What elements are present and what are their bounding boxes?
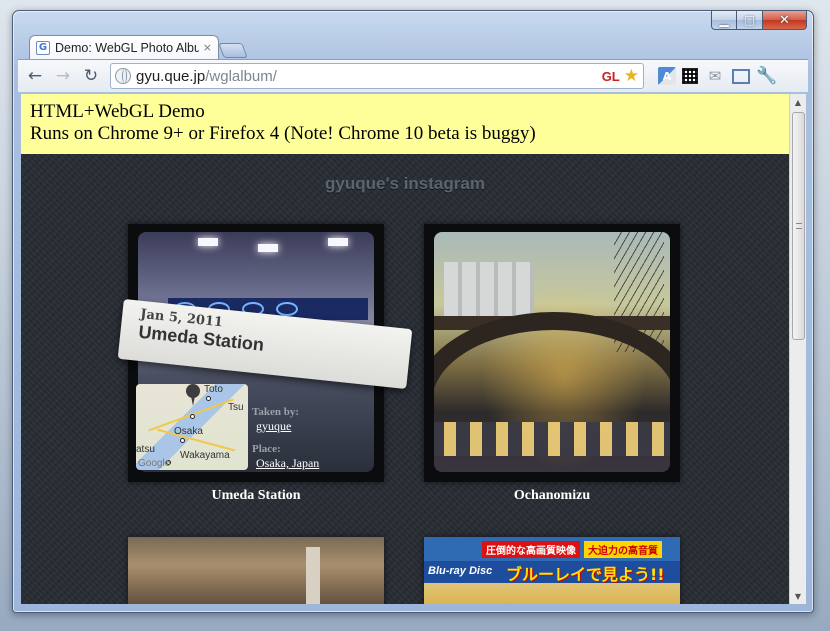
minimize-button[interactable]: ▁ xyxy=(711,10,737,30)
photo-caption-umeda: Umeda Station xyxy=(211,488,301,503)
url-path: /wglalbum/ xyxy=(205,67,277,85)
qr-code-extension-icon[interactable] xyxy=(682,68,698,84)
map-pin-icon xyxy=(186,384,200,406)
album-page: gyuque's instagram Jan 5, 2011 Umeda Sta… xyxy=(21,154,789,604)
tab-active[interactable]: G Demo: WebGL Photo Album × xyxy=(29,35,219,59)
browser-window: ▁ □ ✕ G Demo: WebGL Photo Album × ← → ↻ … xyxy=(12,10,814,613)
map-label: Wakayama xyxy=(180,450,230,461)
tab-title: Demo: WebGL Photo Album xyxy=(55,40,199,55)
photo-card-ochanomizu[interactable] xyxy=(424,224,680,482)
map-label: atsu xyxy=(136,444,155,455)
map-label: Osaka xyxy=(174,426,203,437)
photo-image[interactable]: 圧倒的な高画質映像 大迫力の高音質 Blu-ray Disc ブルーレイで見よう… xyxy=(424,537,680,604)
tab-strip: G Demo: WebGL Photo Album × xyxy=(29,33,248,59)
promo-banner-yellow: 大迫力の高音質 xyxy=(584,541,662,558)
bluray-headline: ブルーレイで見よう!! xyxy=(506,565,665,584)
photo-card-3[interactable] xyxy=(128,537,384,604)
bluray-logo: Blu-ray Disc xyxy=(428,565,493,577)
url-host: gyu.que.jp xyxy=(136,67,206,85)
photo-image[interactable] xyxy=(128,537,384,604)
bookmark-star-icon[interactable]: ★ xyxy=(624,66,639,86)
forward-button[interactable]: → xyxy=(52,65,74,87)
close-window-button[interactable]: ✕ xyxy=(763,10,807,30)
new-tab-button[interactable] xyxy=(218,43,248,58)
photo-card-4[interactable]: 圧倒的な高画質映像 大迫力の高音質 Blu-ray Disc ブルーレイで見よう… xyxy=(424,537,680,604)
scroll-down-arrow-icon[interactable]: ▼ xyxy=(790,588,806,604)
window-controls: ▁ □ ✕ xyxy=(711,10,807,30)
vertical-scrollbar[interactable]: ▲ ▼ xyxy=(789,94,806,604)
page-viewport: HTML+WebGL Demo Runs on Chrome 9+ or Fir… xyxy=(21,94,806,604)
browser-toolbar: ← → ↻ gyu.que.jp /wglalbum/ GL ★ A ✉ 🔧 xyxy=(18,59,808,92)
globe-icon xyxy=(115,68,131,84)
place-link[interactable]: Osaka, Japan xyxy=(256,456,319,471)
taken-by-link[interactable]: gyuque xyxy=(256,419,319,434)
location-map[interactable]: Toto Tsu Osaka atsu Wakayama Google xyxy=(136,384,248,470)
webgl-indicator-icon[interactable]: GL xyxy=(602,69,620,84)
scroll-up-arrow-icon[interactable]: ▲ xyxy=(790,94,806,110)
scroll-thumb[interactable] xyxy=(792,112,805,340)
page-title: gyuque's instagram xyxy=(325,174,485,193)
photo-card-umeda[interactable]: Jan 5, 2011 Umeda Station Toto Tsu Osaka… xyxy=(117,224,413,482)
map-label: Tsu xyxy=(228,402,244,413)
address-bar[interactable]: gyu.que.jp /wglalbum/ GL ★ xyxy=(110,63,644,89)
demo-banner: HTML+WebGL Demo Runs on Chrome 9+ or Fir… xyxy=(21,94,789,154)
banner-line-1: HTML+WebGL Demo xyxy=(30,101,205,122)
place-label: Place: xyxy=(252,443,281,455)
banner-line-2: Runs on Chrome 9+ or Firefox 4 (Note! Ch… xyxy=(30,123,536,144)
back-button[interactable]: ← xyxy=(24,65,46,87)
promo-banner-red: 圧倒的な高画質映像 xyxy=(482,541,580,558)
photo-caption-ochanomizu: Ochanomizu xyxy=(513,488,591,503)
wrench-menu-icon[interactable]: 🔧 xyxy=(756,65,778,87)
extension-icons: A ✉ 🔧 xyxy=(652,65,778,87)
fullscreen-extension-icon[interactable] xyxy=(732,68,750,84)
page-favicon-icon: G xyxy=(36,40,50,55)
translate-extension-icon[interactable]: A xyxy=(658,67,676,85)
train xyxy=(434,422,670,456)
maximize-button[interactable]: □ xyxy=(737,10,763,30)
google-logo: Google xyxy=(138,458,171,469)
map-label: Toto xyxy=(204,384,223,395)
taken-by-label: Taken by: xyxy=(252,406,299,418)
photo-image[interactable] xyxy=(434,232,670,472)
photo-metadata: Taken by: gyuque Place: Osaka, Japan xyxy=(252,406,319,480)
reload-button[interactable]: ↻ xyxy=(80,65,102,87)
page-content: HTML+WebGL Demo Runs on Chrome 9+ or Fir… xyxy=(21,94,789,604)
mail-extension-icon[interactable]: ✉ xyxy=(704,65,726,87)
tab-close-icon[interactable]: × xyxy=(203,41,212,54)
